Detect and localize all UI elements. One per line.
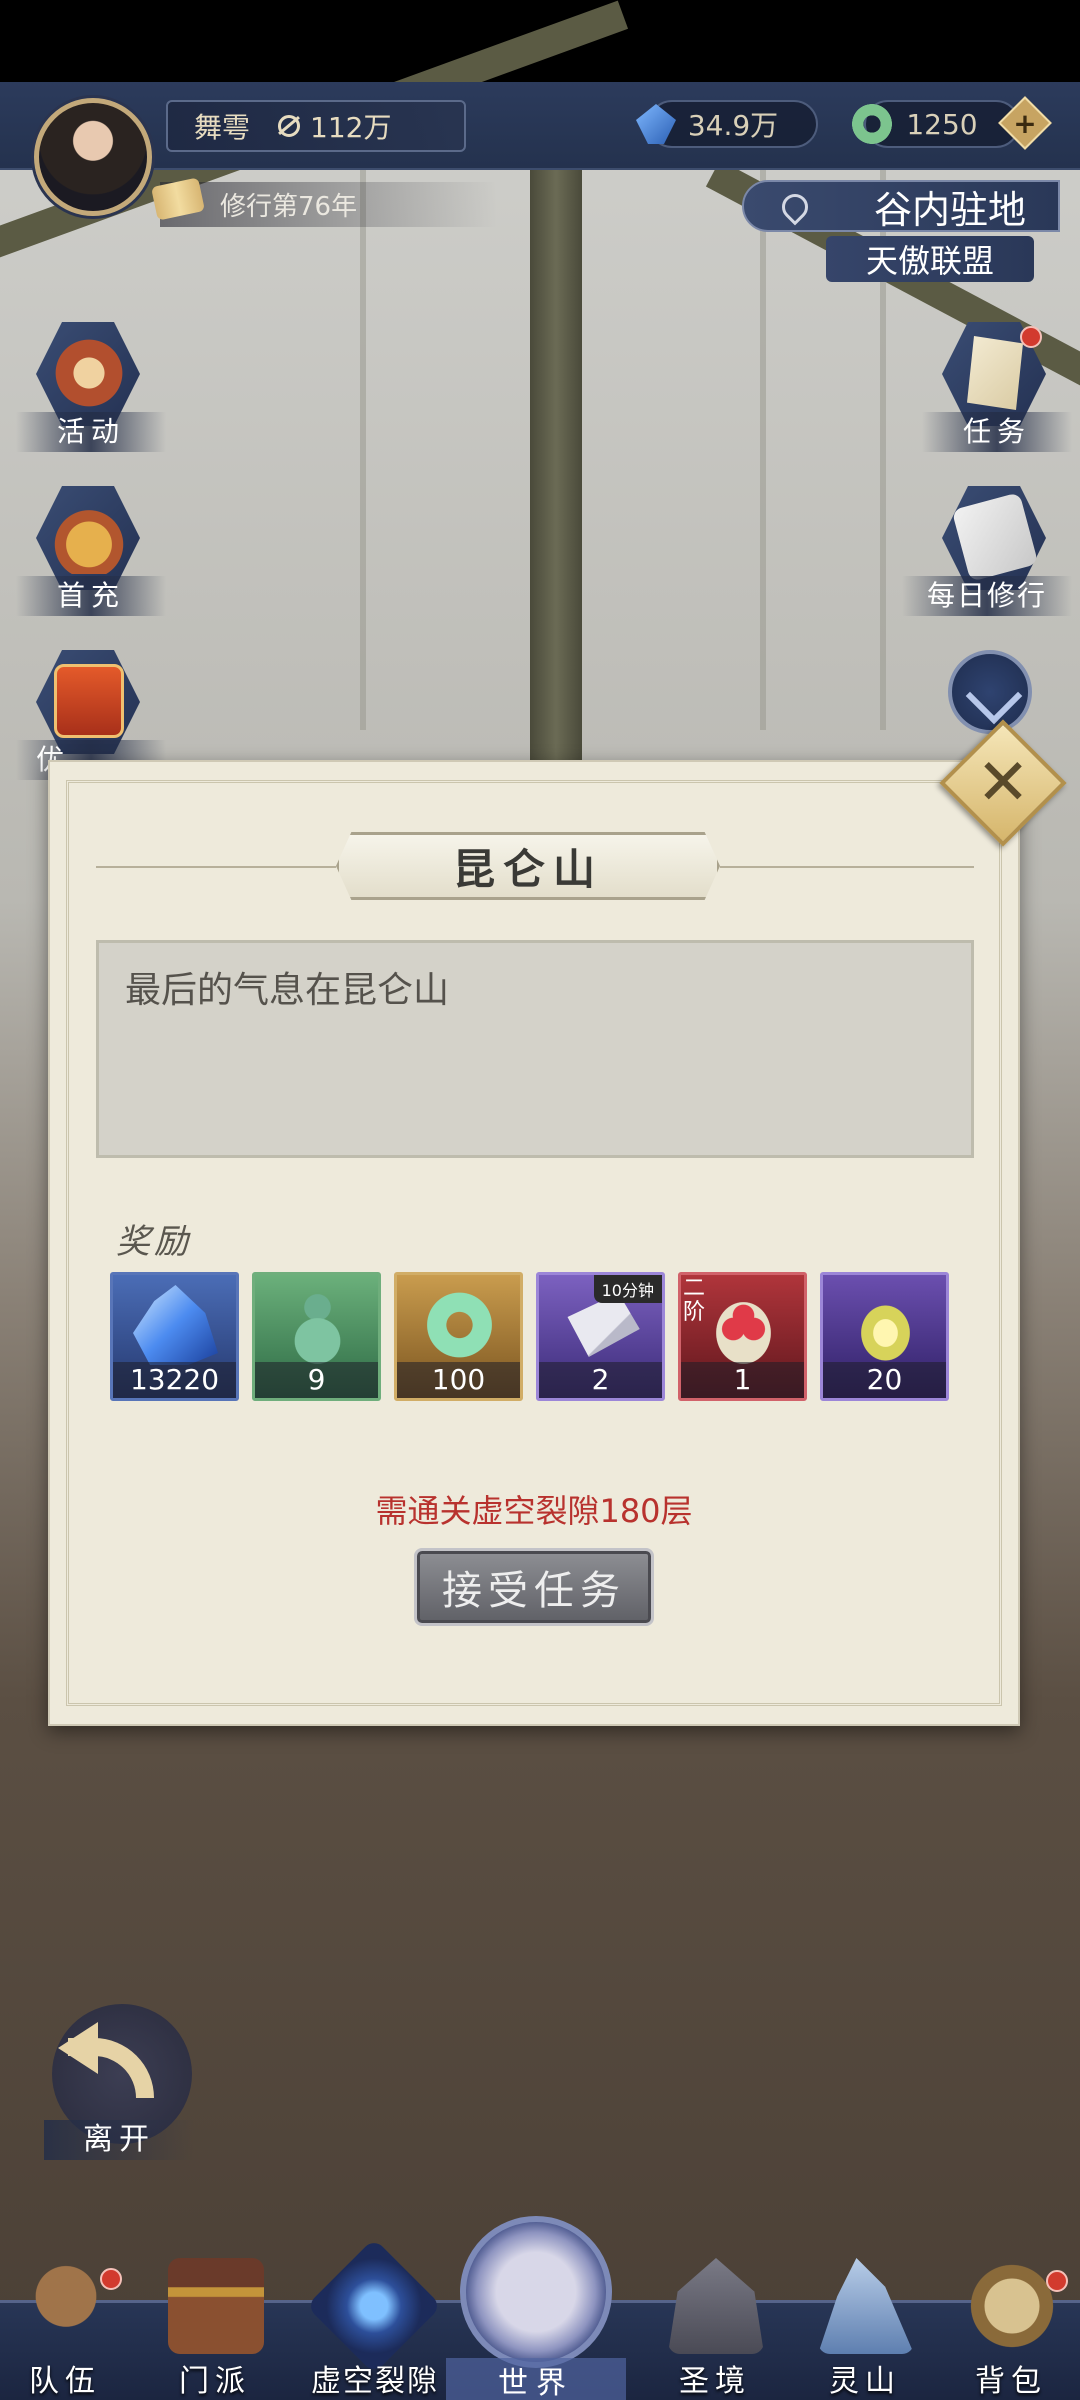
jade-value: 1250 bbox=[906, 107, 978, 141]
reward-count: 100 bbox=[397, 1362, 520, 1398]
reward-item[interactable]: 10分钟 2 bbox=[536, 1272, 665, 1401]
tower-icon bbox=[668, 2258, 764, 2354]
location-pin-icon bbox=[776, 188, 814, 226]
lantern-icon bbox=[54, 336, 124, 410]
nav-spirit-mountain[interactable]: 灵山 bbox=[800, 2258, 930, 2400]
close-icon: ✕ bbox=[976, 746, 1030, 820]
nav-label: 门派 bbox=[179, 2364, 251, 2399]
world-orb-icon bbox=[460, 2216, 612, 2368]
quest-label: 任务 bbox=[922, 412, 1072, 452]
reward-count: 2 bbox=[539, 1362, 662, 1398]
nav-world[interactable]: 世界 bbox=[446, 2210, 626, 2400]
nav-label: 灵山 bbox=[829, 2364, 901, 2399]
leave-label: 离开 bbox=[44, 2120, 194, 2160]
money-bag-icon bbox=[54, 500, 124, 574]
nav-void-rift[interactable]: 虚空裂隙 bbox=[300, 2238, 450, 2400]
nav-label: 虚空裂隙 bbox=[311, 2364, 439, 2399]
quest-button[interactable]: 任务 bbox=[922, 322, 1072, 462]
quest-dialog: 昆仑山 最后的气息在昆仑山 奖励 13220 9 100 10分钟 2 二阶 1… bbox=[48, 760, 1020, 1726]
collapse-menu-button[interactable] bbox=[948, 650, 1032, 734]
leave-button[interactable]: 离开 bbox=[44, 2004, 194, 2164]
reward-count: 9 bbox=[255, 1362, 378, 1398]
return-arrow-head bbox=[58, 2022, 98, 2074]
player-name: 舞雩 bbox=[194, 111, 251, 144]
reward-count: 1 bbox=[681, 1362, 804, 1398]
nav-holy-realm[interactable]: 圣境 bbox=[650, 2258, 780, 2400]
nav-label: 队伍 bbox=[29, 2364, 101, 2399]
crystal-value: 34.9万 bbox=[687, 109, 779, 142]
reward-item[interactable]: 100 bbox=[394, 1272, 523, 1401]
jade-currency[interactable]: 1250 bbox=[852, 100, 1020, 148]
crystal-currency[interactable]: 34.9万 bbox=[636, 100, 818, 148]
nav-label: 世界 bbox=[446, 2358, 626, 2400]
first-recharge-button[interactable]: 首充 bbox=[16, 486, 166, 626]
notification-dot bbox=[1046, 2270, 1068, 2292]
accept-quest-button[interactable]: 接受任务 bbox=[414, 1548, 654, 1626]
flame-icon bbox=[843, 1285, 928, 1365]
reward-list: 13220 9 100 10分钟 2 二阶 1 20 bbox=[110, 1272, 970, 1402]
location-name: 谷内驻地 bbox=[873, 187, 1026, 232]
reward-item[interactable]: 9 bbox=[252, 1272, 381, 1401]
nav-label: 背包 bbox=[975, 2364, 1047, 2399]
quest-description: 最后的气息在昆仑山 bbox=[96, 940, 974, 1158]
title-divider bbox=[96, 866, 336, 868]
backpack-icon bbox=[964, 2258, 1060, 2354]
player-name-plate[interactable]: 舞雩 112万 bbox=[166, 100, 466, 152]
notification-dot bbox=[100, 2268, 122, 2290]
tent-pole bbox=[530, 160, 582, 760]
reward-heading: 奖励 bbox=[116, 1222, 192, 1262]
gourd-icon bbox=[275, 1285, 360, 1365]
activity-label: 活动 bbox=[16, 412, 166, 452]
nav-team[interactable]: 队伍 bbox=[0, 2258, 130, 2400]
jade-icon bbox=[417, 1285, 502, 1365]
daily-cultivation-button[interactable]: 每日修行 bbox=[902, 486, 1072, 626]
power-icon bbox=[274, 111, 304, 141]
plus-icon: + bbox=[1013, 106, 1037, 140]
mountain-icon bbox=[818, 2258, 914, 2354]
team-icon bbox=[18, 2258, 114, 2354]
tier-badge: 二阶 bbox=[683, 1276, 706, 1325]
dialog-title: 昆仑山 bbox=[336, 832, 720, 900]
rift-icon bbox=[306, 2238, 442, 2374]
location-button[interactable]: 谷内驻地 bbox=[742, 180, 1060, 232]
nav-sect[interactable]: 门派 bbox=[150, 2258, 280, 2400]
crystal-icon bbox=[133, 1285, 218, 1365]
first-recharge-label: 首充 bbox=[16, 576, 166, 616]
power-value: 112万 bbox=[310, 111, 392, 144]
activity-button[interactable]: 活动 bbox=[16, 322, 166, 462]
quest-requirement: 需通关虚空裂隙180层 bbox=[375, 1492, 693, 1530]
pavilion-icon bbox=[168, 2258, 264, 2354]
guild-name[interactable]: 天傲联盟 bbox=[826, 236, 1034, 282]
nav-backpack[interactable]: 背包 bbox=[946, 2258, 1076, 2400]
reward-item[interactable]: 二阶 1 bbox=[678, 1272, 807, 1401]
gift-box-icon bbox=[54, 664, 124, 738]
nav-label: 圣境 bbox=[679, 2364, 751, 2399]
tent-fold bbox=[360, 170, 366, 730]
cultivation-years: 修行第76年 bbox=[160, 182, 498, 227]
fruit-icon bbox=[701, 1285, 786, 1365]
reward-count: 13220 bbox=[113, 1362, 236, 1398]
notification-dot bbox=[1020, 326, 1042, 348]
title-divider bbox=[720, 866, 974, 868]
player-avatar[interactable] bbox=[34, 98, 152, 216]
tent-fold bbox=[760, 170, 766, 730]
reward-count: 20 bbox=[823, 1362, 946, 1398]
duration-badge: 10分钟 bbox=[593, 1275, 662, 1303]
reward-item[interactable]: 13220 bbox=[110, 1272, 239, 1401]
daily-cultivation-label: 每日修行 bbox=[902, 576, 1072, 616]
reward-item[interactable]: 20 bbox=[820, 1272, 949, 1401]
jade-icon bbox=[852, 104, 892, 144]
